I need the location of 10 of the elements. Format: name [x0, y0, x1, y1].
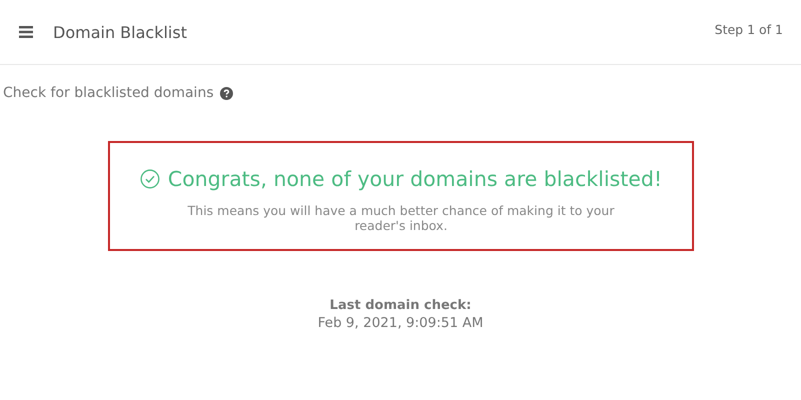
result-headline: Congrats, none of your domains are blacklisted!	[168, 167, 662, 191]
help-icon[interactable]	[220, 86, 233, 100]
last-check-label: Last domain check:	[330, 298, 472, 313]
last-check-time: Feb 9, 2021, 9:09:51 AM	[318, 315, 484, 331]
section-label: Check for blacklisted domains	[3, 85, 214, 101]
step-indicator: Step 1 of 1	[714, 22, 783, 36]
result-message: This means you will have a much better chance of making it to your reader's inbox.	[186, 203, 616, 233]
page-title: Domain Blacklist	[53, 22, 188, 42]
menu-icon[interactable]	[19, 26, 33, 38]
check-circle-icon	[140, 169, 160, 189]
